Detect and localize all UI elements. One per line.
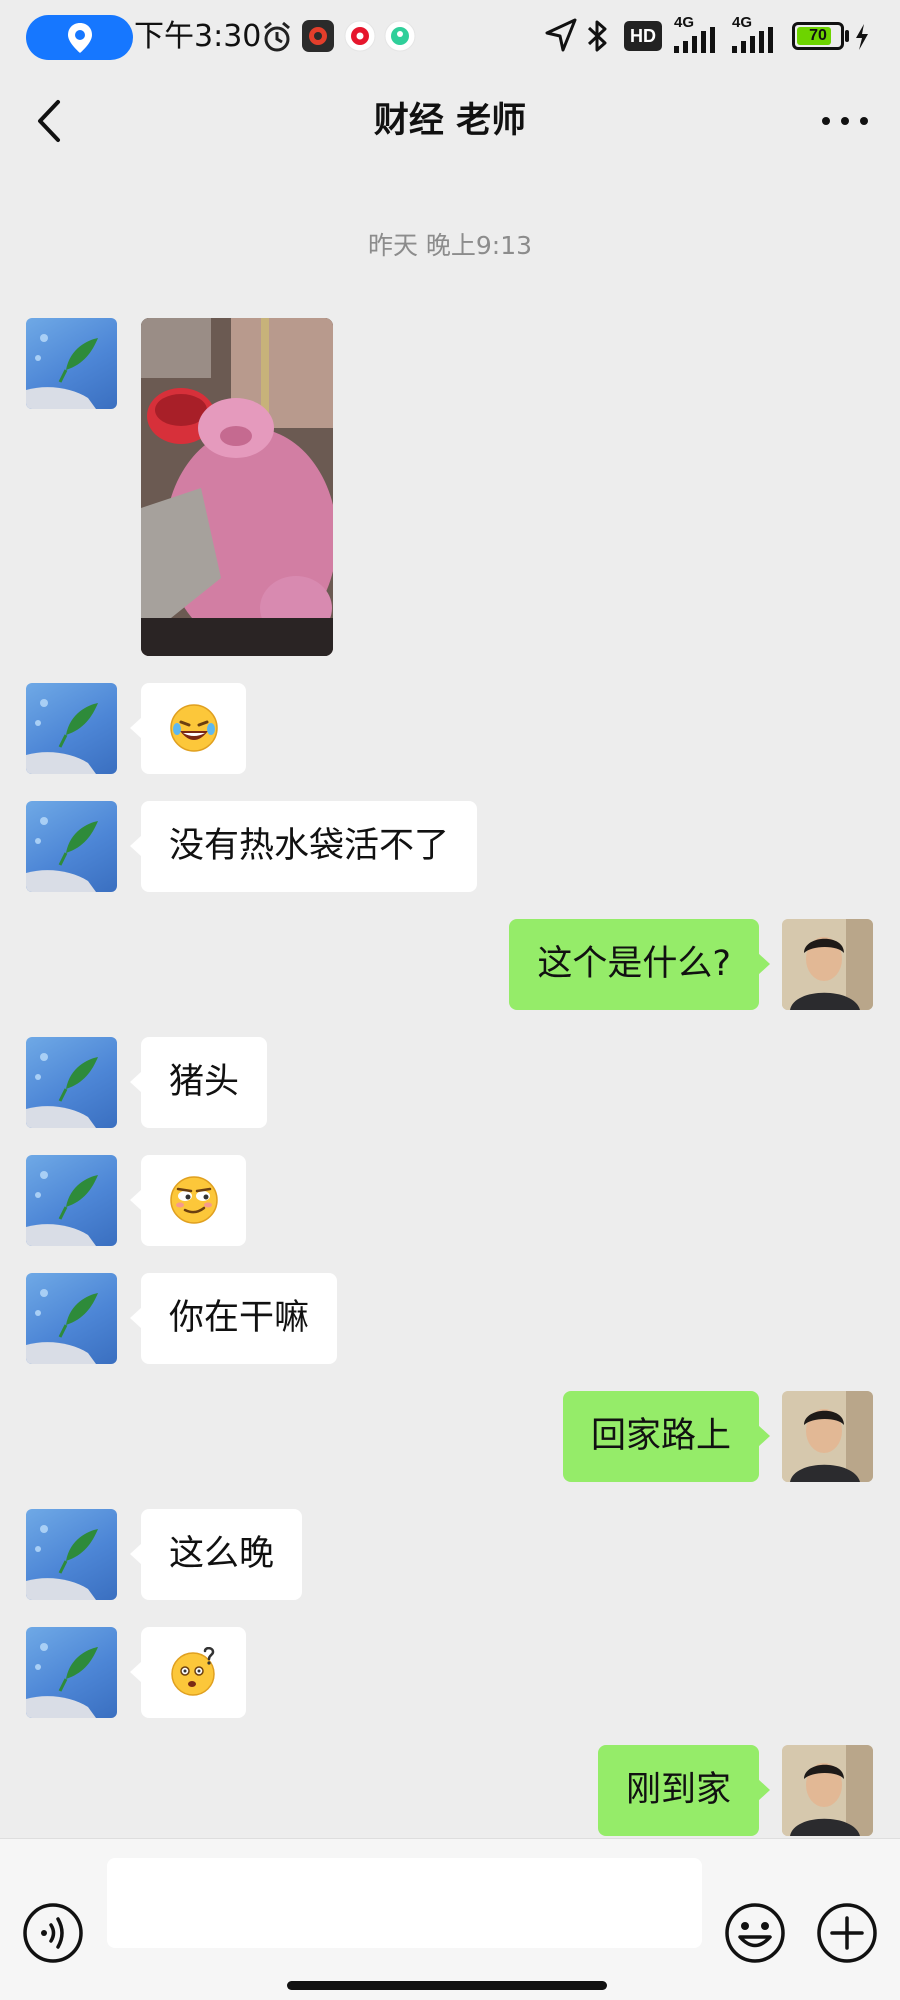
laughing-tears-emoji bbox=[170, 704, 218, 752]
location-pill-icon[interactable] bbox=[26, 15, 133, 60]
message-bubble[interactable]: 你在干嘛 bbox=[129, 1273, 338, 1364]
voice-icon[interactable] bbox=[22, 1902, 84, 1964]
message-timestamp: 昨天 晚上9:13 bbox=[367, 231, 533, 260]
signal-icon: 4G bbox=[730, 14, 780, 54]
message-bubble[interactable]: 没有热水袋活不了 bbox=[129, 801, 478, 892]
status-time: 下午3:30 bbox=[134, 19, 262, 54]
app-icon-netease bbox=[302, 20, 334, 52]
message-bubble[interactable] bbox=[130, 1155, 246, 1246]
more-dots-icon[interactable] bbox=[820, 106, 870, 136]
app-icon-green bbox=[384, 20, 416, 52]
avatar[interactable] bbox=[26, 1155, 117, 1246]
puzzled-emoji bbox=[171, 1647, 215, 1696]
message-bubble[interactable]: 刚到家 bbox=[597, 1745, 771, 1836]
emoji-icon[interactable] bbox=[724, 1902, 786, 1964]
message-bubble[interactable]: 回家路上 bbox=[562, 1391, 771, 1482]
alarm-icon bbox=[264, 21, 290, 52]
avatar[interactable] bbox=[26, 1273, 117, 1364]
home-indicator[interactable] bbox=[287, 1981, 607, 1990]
avatar[interactable] bbox=[26, 1627, 117, 1718]
message-bubble[interactable]: 这么晚 bbox=[129, 1509, 303, 1600]
charging-icon bbox=[856, 24, 868, 50]
avatar[interactable] bbox=[26, 318, 117, 409]
message-bubble[interactable]: 这个是什么? bbox=[509, 919, 770, 1010]
avatar[interactable] bbox=[26, 683, 117, 774]
status-bar: 下午3:30 HD 4G 4G 70 bbox=[0, 0, 900, 76]
avatar[interactable] bbox=[26, 801, 117, 892]
avatar[interactable] bbox=[26, 1037, 117, 1128]
avatar[interactable] bbox=[26, 1509, 117, 1600]
message-bubble[interactable] bbox=[130, 1627, 246, 1718]
message-bubble[interactable] bbox=[130, 683, 246, 774]
message-input[interactable] bbox=[107, 1858, 702, 1948]
chat-header: 财经 老师 bbox=[0, 76, 900, 166]
signal-icon: 4G bbox=[672, 14, 722, 54]
input-bar bbox=[0, 1838, 900, 2000]
message-bubble[interactable]: 猪头 bbox=[129, 1037, 268, 1128]
app-icon-weibo bbox=[344, 20, 376, 52]
avatar[interactable] bbox=[782, 1745, 873, 1836]
chat-title: 财经 老师 bbox=[373, 101, 527, 141]
navigation-arrow-icon bbox=[545, 18, 577, 52]
bluetooth-icon bbox=[587, 20, 607, 52]
hd-icon: HD bbox=[624, 21, 662, 51]
pink-pig-plush-photo[interactable] bbox=[141, 318, 333, 656]
battery-icon: 70 bbox=[792, 22, 850, 50]
avatar[interactable] bbox=[782, 1391, 873, 1482]
avatar[interactable] bbox=[782, 919, 873, 1010]
plus-icon[interactable] bbox=[816, 1902, 878, 1964]
smirk-emoji bbox=[170, 1176, 218, 1224]
